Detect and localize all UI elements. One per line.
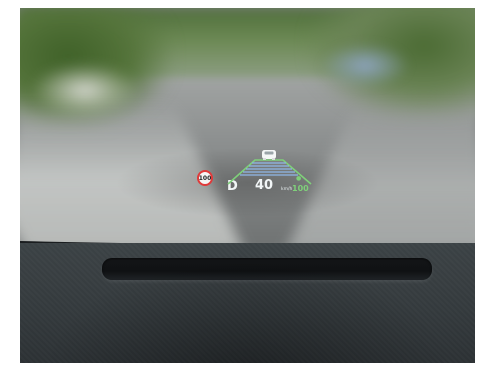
lead-car-icon <box>262 150 276 160</box>
speed-limit-sign-icon: 100 <box>197 170 213 186</box>
hud-photo: 100 D 40 km/h ● 100 <box>20 8 475 363</box>
current-speed: 40 <box>255 178 274 193</box>
dashboard-shadow <box>20 243 475 363</box>
speed-limit-value: 100 <box>198 174 212 182</box>
cruise-set-speed: 100 <box>292 184 309 193</box>
cruise-control-icon: ● <box>296 175 302 182</box>
speed-unit: km/h <box>281 187 293 192</box>
